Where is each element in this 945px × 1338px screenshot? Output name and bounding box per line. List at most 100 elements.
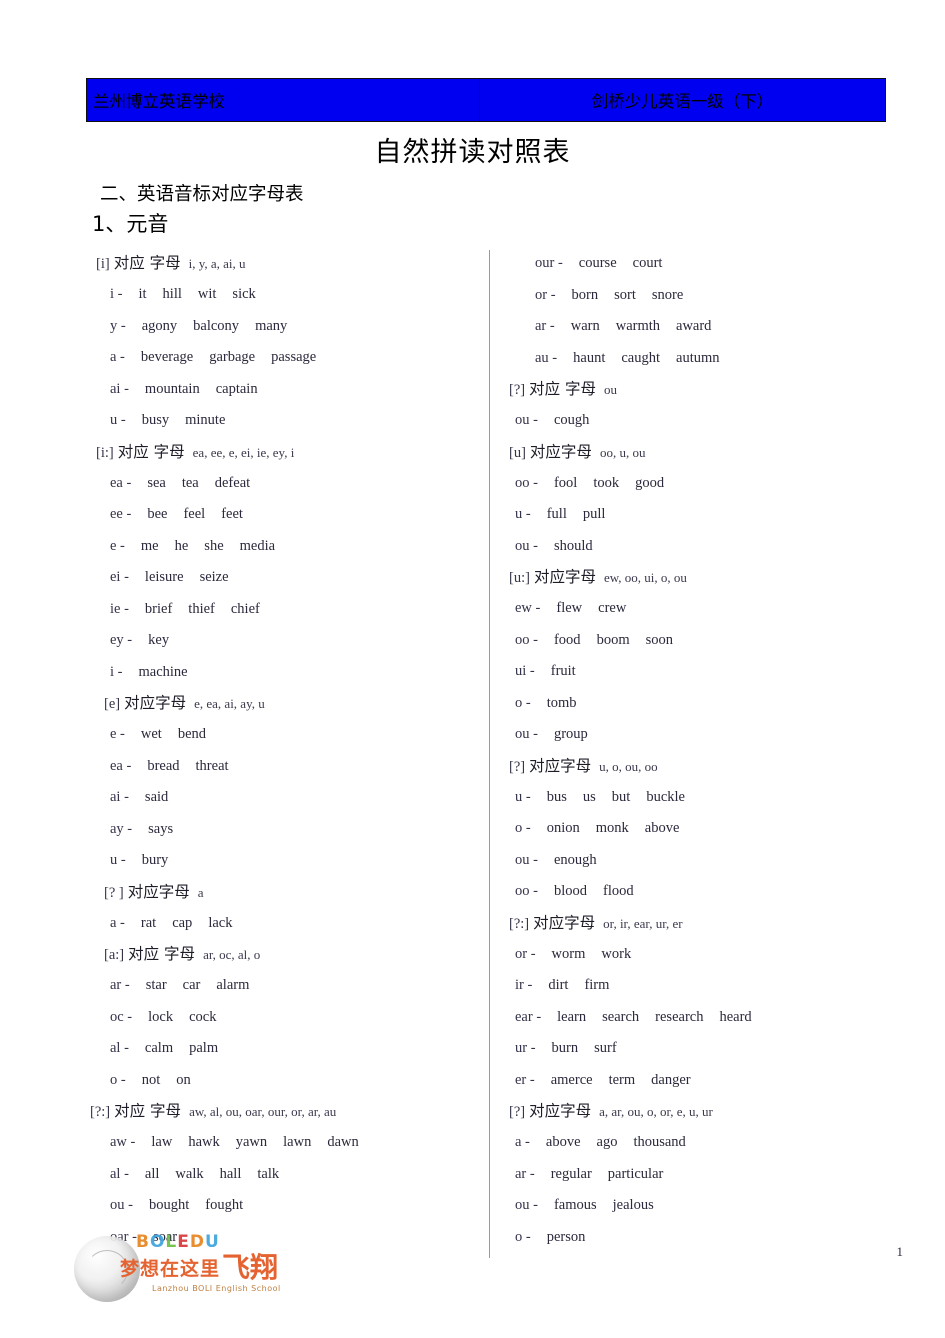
phonetic-example-row: ou - bought fought (84, 1190, 474, 1222)
example-letter: o - (515, 820, 531, 836)
example-letter: ou - (110, 1197, 133, 1213)
example-word: jealous (612, 1197, 654, 1213)
page-sheet: 兰州博立英语学校 剑桥少儿英语一级（下） 自然拼读对照表 二、英语音标对应字母表… (22, 18, 923, 1338)
phonetic-example-row: u - full pull (509, 499, 899, 531)
phonetic-example-row: u - busy minute (84, 405, 474, 437)
phonetic-symbol: [?] (509, 1104, 526, 1120)
phonetic-example-row: a - rat cap lack (84, 908, 474, 940)
example-word: lawn (283, 1134, 312, 1150)
letter-list: or, ir, ear, ur, er (603, 915, 683, 931)
phonetic-example-row: ar - warn warmth award (509, 311, 899, 343)
example-word: enough (553, 851, 597, 868)
example-letter: u - (515, 788, 531, 805)
example-letter: u - (110, 412, 126, 428)
phonetic-example-row: ou - famous jealous (509, 1190, 899, 1222)
example-word: soon (645, 631, 673, 648)
right-column: our - course court or - born sort snore ar - war… (509, 248, 899, 1263)
example-word: pull (582, 506, 606, 522)
example-word: cough (553, 412, 590, 428)
phonetic-group: [u:] 对应字母 ew, oo, ui, o, ou ew - flew crew oo … (509, 562, 899, 751)
example-word: search (602, 1008, 640, 1025)
example-letter: ou - (515, 412, 538, 428)
example-letter: au - (535, 349, 558, 366)
phonetic-example-row: u - bury (84, 845, 474, 877)
phonetic-group: [i] 对应 字母 i, y, a, ai, u i - it hill wit sick y … (84, 248, 474, 437)
corresponding-letters-label: 对应字母 (529, 442, 592, 461)
example-letter: or - (515, 945, 536, 962)
corresponding-letters-label: 对应字母 (533, 913, 596, 932)
example-letter: i - (110, 286, 123, 302)
letter-list: ar, oc, al, o (203, 947, 261, 962)
phonetic-group: our - course court or - born sort snore ar - war… (509, 248, 899, 374)
example-letter: oo - (515, 631, 538, 648)
phonetic-example-row: or - worm work (509, 939, 899, 971)
phonetic-example-row: ei - leisure seize (84, 562, 474, 594)
logo-cn-tagline: 梦想在这里 (120, 1258, 221, 1280)
example-word: on (176, 1071, 191, 1088)
phonetic-group-heading: [a:] 对应 字母 ar, oc, al, o (84, 939, 474, 970)
example-word: firm (584, 977, 610, 993)
example-word: research (655, 1008, 704, 1025)
example-letter: e - (110, 726, 125, 742)
example-word: burn (551, 1040, 579, 1056)
example-letter: ew - (515, 600, 541, 616)
phonetic-example-row: au - haunt caught autumn (509, 343, 899, 375)
example-word: media (239, 537, 276, 554)
example-word: warmth (615, 318, 661, 334)
example-word: leisure (144, 569, 184, 585)
school-logo-watermark: BOLEDU 梦想在这里 飞翔 Lanzhou BOLI English Sch… (74, 1228, 289, 1306)
phonetic-group-heading: [?:] 对应字母 or, ir, ear, ur, er (509, 908, 899, 939)
example-word: defeat (214, 474, 251, 491)
example-letter: ey - (110, 632, 133, 648)
example-word: rat (140, 914, 157, 931)
example-letter: u - (110, 852, 126, 868)
phonetic-symbol: [u:] (509, 570, 530, 586)
phonetic-example-row: or - born sort snore (509, 280, 899, 312)
example-word: particular (607, 1165, 664, 1182)
example-word: talk (257, 1165, 280, 1182)
example-word: lock (148, 1008, 174, 1025)
example-word: work (601, 945, 632, 962)
letter-list: oo, u, ou (599, 444, 646, 460)
logo-cn-fly: 飞翔 (222, 1251, 279, 1284)
logo-brand-text: BOLEDU (136, 1232, 220, 1252)
example-letter: o - (110, 1071, 126, 1088)
phonetic-group-heading: [e] 对应字母 e, ea, ai, ay, u (84, 688, 474, 719)
phonetic-example-row: ear - learn search research heard (509, 1002, 899, 1034)
example-letter: al - (110, 1165, 129, 1182)
example-letter: ou - (515, 726, 538, 742)
example-letter: ar - (110, 977, 130, 993)
letter-list: ew, oo, ui, o, ou (603, 570, 687, 585)
example-word: he (174, 537, 189, 554)
example-word: snore (651, 286, 684, 303)
phonetic-example-row: our - course court (509, 248, 899, 280)
phonetic-example-row: al - calm palm (84, 1033, 474, 1065)
phonetic-example-row: o - person (509, 1222, 899, 1254)
example-word: walk (175, 1165, 204, 1182)
example-word: bread (147, 757, 180, 774)
example-letter: al - (110, 1040, 129, 1056)
header-row: 兰州博立英语学校 剑桥少儿英语一级（下） (86, 78, 886, 122)
example-word: law (151, 1134, 173, 1150)
example-word: born (571, 286, 599, 303)
phonetic-group-heading: [u:] 对应字母 ew, oo, ui, o, ou (509, 562, 899, 593)
phonetic-group-heading: [?:] 对应 字母 aw, al, ou, oar, our, or, ar, a… (84, 1096, 474, 1127)
example-word: thief (188, 600, 215, 617)
example-word: bus (546, 788, 567, 805)
example-word: us (582, 788, 596, 805)
phonetic-group-heading: [i] 对应 字母 i, y, a, ai, u (84, 248, 474, 279)
example-word: worm (551, 945, 586, 962)
example-letter: ea - (110, 474, 132, 491)
phonetic-symbol: [?:] (509, 915, 530, 932)
example-letter: oc - (110, 1008, 133, 1025)
phonetic-group-heading: [i:] 对应 字母 ea, ee, e, ei, ie, ey, i (84, 437, 474, 468)
example-letter: ui - (515, 663, 535, 679)
phonetic-symbol: [a:] (104, 947, 125, 963)
phonetic-example-row: al - all walk hall talk (84, 1159, 474, 1191)
letter-list: e, ea, ai, ay, u (194, 696, 265, 711)
corresponding-letters-label: 对应 字母 (114, 1102, 182, 1120)
example-word: cock (189, 1008, 217, 1025)
phonetic-example-row: ai - mountain captain (84, 374, 474, 406)
example-word: calm (144, 1040, 174, 1056)
phonetic-example-row: ou - cough (509, 405, 899, 437)
